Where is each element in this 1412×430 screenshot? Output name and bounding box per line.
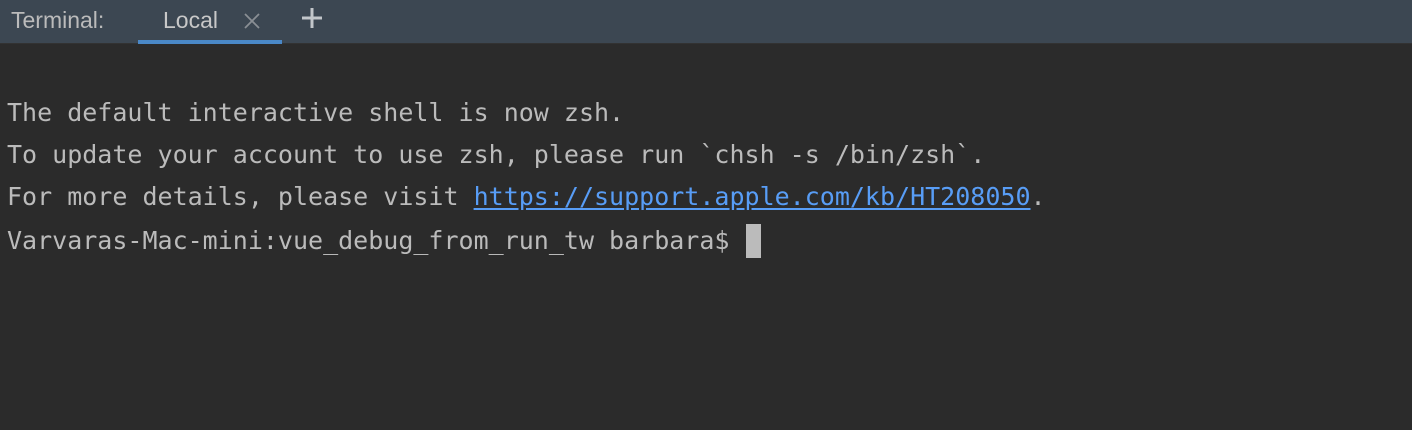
terminal-line: To update your account to use zsh, pleas…: [7, 140, 986, 169]
terminal-tool-window: Terminal: Local The default interactive …: [0, 0, 1412, 430]
details-text: For more details, please visit: [7, 182, 474, 211]
tab-label: Local: [163, 7, 218, 33]
terminal-line: The default interactive shell is now zsh…: [7, 98, 625, 127]
terminal-prompt-line[interactable]: Varvaras-Mac-mini:vue_debug_from_run_tw …: [7, 224, 761, 258]
terminal-tab-bar: Terminal: Local: [0, 0, 1412, 45]
terminal-line: For more details, please visit https://s…: [7, 180, 1046, 214]
close-icon[interactable]: [242, 11, 262, 31]
support-link[interactable]: https://support.apple.com/kb/HT208050: [474, 182, 1031, 211]
shell-prompt: Varvaras-Mac-mini:vue_debug_from_run_tw …: [7, 226, 745, 255]
details-suffix: .: [1030, 182, 1046, 211]
text-cursor: [745, 224, 761, 258]
terminal-output[interactable]: The default interactive shell is now zsh…: [0, 44, 1412, 430]
tab-local[interactable]: Local: [138, 0, 282, 45]
tool-window-title: Terminal:: [11, 7, 105, 33]
plus-icon[interactable]: [300, 6, 324, 30]
